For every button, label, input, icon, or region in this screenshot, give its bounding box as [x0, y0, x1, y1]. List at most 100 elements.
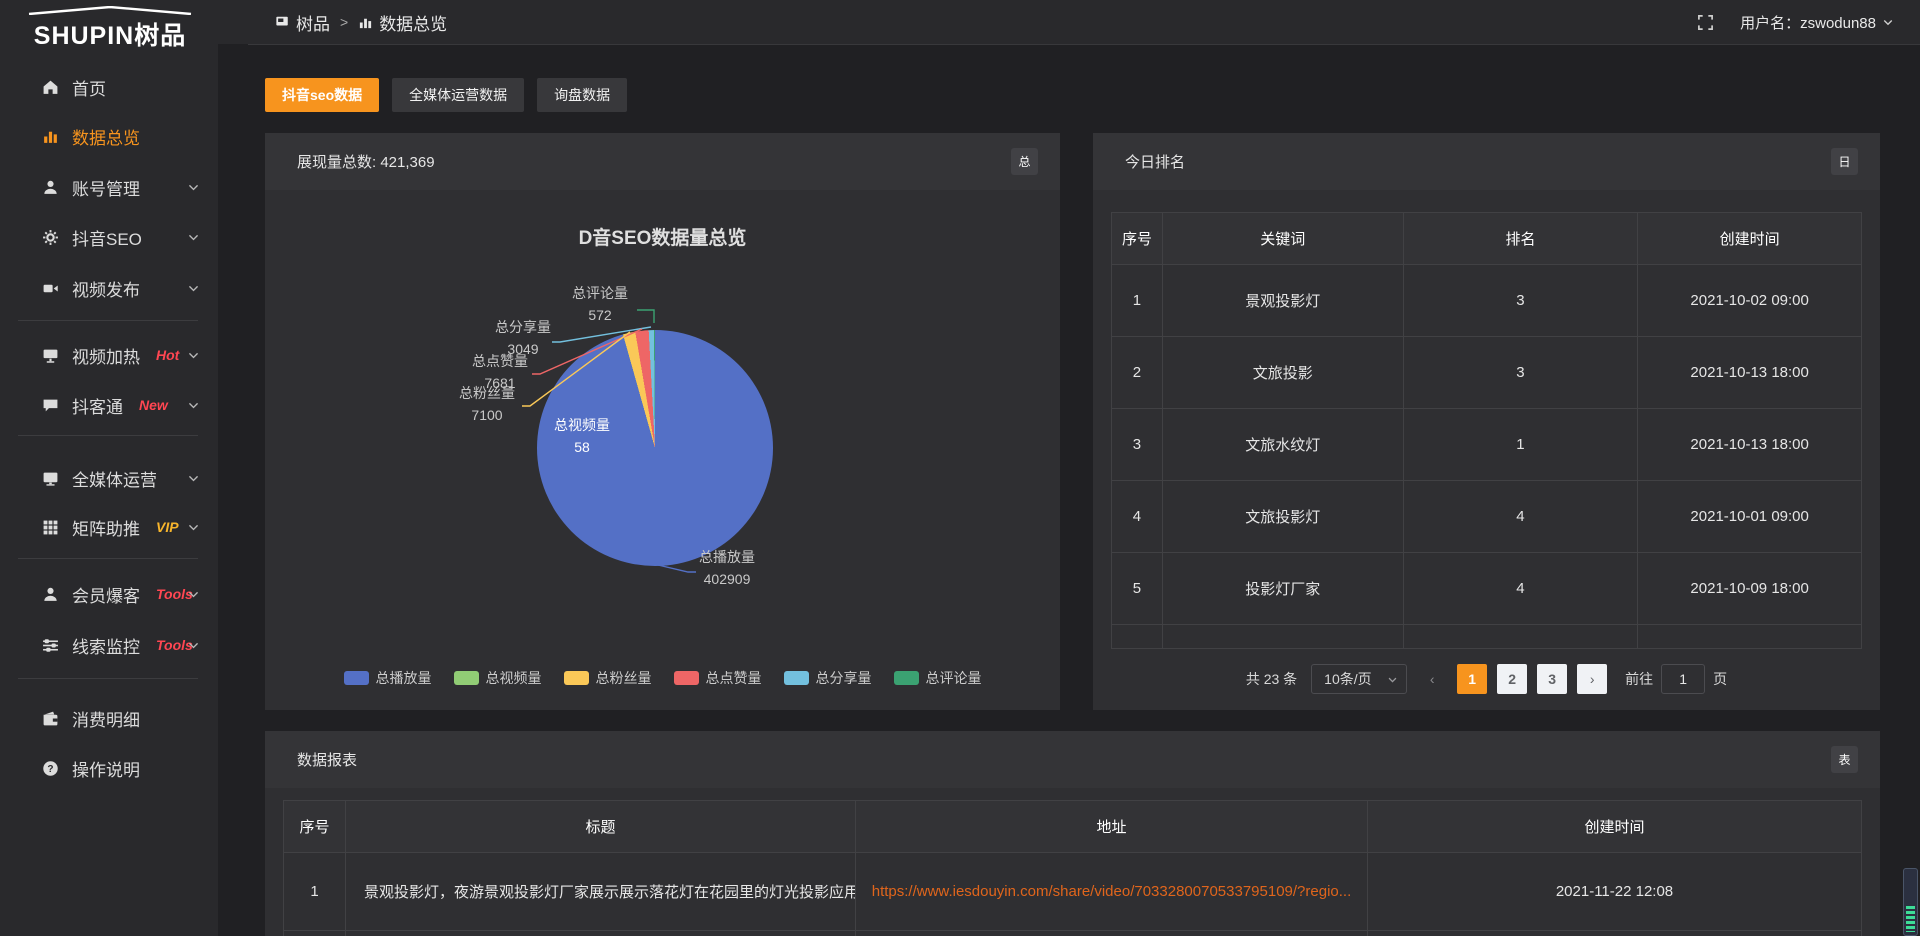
- pie-label-fans: 总粉丝量7100: [459, 382, 515, 426]
- legend-item[interactable]: 总播放量: [344, 668, 432, 688]
- pagination: 共 23 条 10条/页 ‹ 1 2 3 › 前往 页: [1093, 664, 1880, 694]
- page-size-select[interactable]: 10条/页: [1311, 664, 1407, 694]
- goto-label: 前往: [1625, 669, 1653, 689]
- user-menu[interactable]: 用户名：zswodun88: [1740, 12, 1894, 33]
- screen-icon: [42, 347, 59, 364]
- sidebar-item-home[interactable]: 首页: [0, 70, 218, 104]
- impressions-total: 展现量总数: 421,369: [297, 151, 435, 172]
- goto-suffix: 页: [1713, 669, 1727, 689]
- new-badge: New: [139, 397, 168, 413]
- logo-text: SHUPIN树品: [22, 16, 198, 52]
- legend-label: 总点赞量: [706, 668, 762, 688]
- user-label: 用户名：zswodun88: [1740, 12, 1876, 33]
- sidebar-item-data-overview[interactable]: 数据总览: [0, 119, 218, 153]
- pie-label-comments: 总评论量572: [572, 282, 628, 326]
- grid-icon: [42, 519, 59, 536]
- column-header: 创建时间: [1368, 801, 1861, 852]
- page-button-1[interactable]: 1: [1457, 664, 1487, 694]
- breadcrumb-separator: >: [340, 14, 348, 30]
- legend-swatch: [894, 671, 919, 685]
- breadcrumb-item-overview[interactable]: 数据总览: [358, 10, 447, 35]
- ranking-panel-header: 今日排名 日: [1093, 133, 1880, 190]
- column-header: 地址: [856, 801, 1368, 852]
- monitor-icon: [42, 470, 59, 487]
- legend-item[interactable]: 总分享量: [784, 668, 872, 688]
- tab-inquiry[interactable]: 询盘数据: [537, 78, 627, 112]
- breadcrumb-label: 树品: [296, 10, 330, 35]
- breadcrumb-item-app[interactable]: 树品: [275, 10, 330, 35]
- sidebar-item-label: 抖客通: [72, 393, 123, 418]
- page-button-3[interactable]: 3: [1537, 664, 1567, 694]
- sidebar-item-lead-monitor[interactable]: 线索监控 Tools: [0, 628, 218, 662]
- next-page-button[interactable]: ›: [1577, 664, 1607, 694]
- scrollbar-widget[interactable]: [1903, 868, 1918, 936]
- tab-douyin-seo[interactable]: 抖音seo数据: [265, 78, 379, 112]
- logo[interactable]: SHUPIN树品: [22, 6, 198, 52]
- chevron-down-icon: [187, 231, 200, 244]
- legend-item[interactable]: 总点赞量: [674, 668, 762, 688]
- video-url-link[interactable]: https://www.iesdouyin.com/share/video/70…: [872, 883, 1352, 900]
- chevron-down-icon: [1387, 674, 1398, 685]
- sidebar-item-label: 数据总览: [72, 124, 140, 149]
- data-report-panel: 数据报表 表 序号 标题 地址 创建时间 1 景观投影灯，夜游景观投影灯厂家展示…: [265, 731, 1880, 936]
- table-button[interactable]: 表: [1831, 746, 1858, 773]
- legend-item[interactable]: 总评论量: [894, 668, 982, 688]
- chevron-down-icon: [187, 521, 200, 534]
- scrollbar-stripes: [1906, 906, 1915, 932]
- sidebar-item-video-heat[interactable]: 视频加热 Hot: [0, 338, 218, 372]
- legend-item[interactable]: 总粉丝量: [564, 668, 652, 688]
- ranking-title: 今日排名: [1125, 151, 1185, 172]
- sidebar-item-help[interactable]: ? 操作说明: [0, 751, 218, 785]
- bar-chart-icon: [42, 128, 59, 145]
- fullscreen-icon[interactable]: [1697, 14, 1714, 31]
- sidebar-item-member-baoke[interactable]: 会员爆客 Tools: [0, 577, 218, 611]
- sidebar-item-label: 抖音SEO: [72, 225, 142, 250]
- chevron-down-icon: [187, 349, 200, 362]
- topbar: 树品 > 数据总览 用户名：zswodun88: [0, 0, 1920, 44]
- legend-label: 总播放量: [376, 668, 432, 688]
- report-table: 序号 标题 地址 创建时间 1 景观投影灯，夜游景观投影灯厂家展示展示落花灯在花…: [283, 800, 1862, 936]
- today-ranking-panel: 今日排名 日 序号 关键词 排名 创建时间 1 景观投影灯 3 2021-10-…: [1093, 133, 1880, 710]
- day-button[interactable]: 日: [1831, 148, 1858, 175]
- sidebar-item-douyin-seo[interactable]: 抖音SEO: [0, 220, 218, 254]
- sidebar-item-label: 视频加热: [72, 343, 140, 368]
- sidebar-item-label: 会员爆客: [72, 582, 140, 607]
- tab-media-operation[interactable]: 全媒体运营数据: [392, 78, 524, 112]
- sidebar: SHUPIN树品 首页 数据总览 账号管理 抖音SEO 视频发布: [0, 0, 218, 936]
- table-row: 5 投影灯厂家 4 2021-10-09 18:00: [1112, 553, 1861, 625]
- gear-icon: [42, 229, 59, 246]
- data-tabs: 抖音seo数据 全媒体运营数据 询盘数据: [265, 78, 627, 112]
- table-row: 3 文旅水纹灯 1 2021-10-13 18:00: [1112, 409, 1861, 481]
- page-button-2[interactable]: 2: [1497, 664, 1527, 694]
- chart-legend: 总播放量 总视频量 总粉丝量 总点赞量 总分享量 总评论量: [265, 668, 1060, 688]
- chevron-down-icon: [187, 588, 200, 601]
- sidebar-item-consumption[interactable]: 消费明细: [0, 701, 218, 735]
- sidebar-item-video-publish[interactable]: 视频发布: [0, 271, 218, 305]
- column-header: 创建时间: [1638, 213, 1861, 264]
- logo-roof-icon: [25, 6, 195, 15]
- goto-page-input[interactable]: [1661, 664, 1705, 694]
- prev-page-button[interactable]: ‹: [1417, 664, 1447, 694]
- breadcrumb: 树品 > 数据总览: [275, 0, 447, 44]
- sidebar-item-media-operation[interactable]: 全媒体运营: [0, 461, 218, 495]
- legend-label: 总粉丝量: [596, 668, 652, 688]
- sidebar-item-douketong[interactable]: 抖客通 New: [0, 388, 218, 422]
- pie-chart: D音SEO数据量总览 总评论量572 总分享量3049 总点赞量7681 总粉丝…: [265, 190, 1060, 710]
- app-icon: [275, 15, 290, 29]
- total-button[interactable]: 总: [1011, 148, 1038, 175]
- chart-title: D音SEO数据量总览: [265, 223, 1060, 250]
- svg-text:?: ?: [47, 763, 53, 774]
- sidebar-item-accounts[interactable]: 账号管理: [0, 170, 218, 204]
- sidebar-item-matrix-boost[interactable]: 矩阵助推 VIP: [0, 510, 218, 544]
- chevron-down-icon: [1882, 16, 1894, 28]
- breadcrumb-label: 数据总览: [379, 10, 447, 35]
- legend-item[interactable]: 总视频量: [454, 668, 542, 688]
- column-header: 标题: [346, 801, 856, 852]
- table-row-clipped: [284, 931, 1861, 936]
- pie-label-plays: 总播放量402909: [699, 546, 755, 590]
- chevron-down-icon: [187, 472, 200, 485]
- page-size-value: 10条/页: [1324, 669, 1371, 689]
- wallet-icon: [42, 710, 59, 727]
- sidebar-item-label: 线索监控: [72, 633, 140, 658]
- legend-swatch: [784, 671, 809, 685]
